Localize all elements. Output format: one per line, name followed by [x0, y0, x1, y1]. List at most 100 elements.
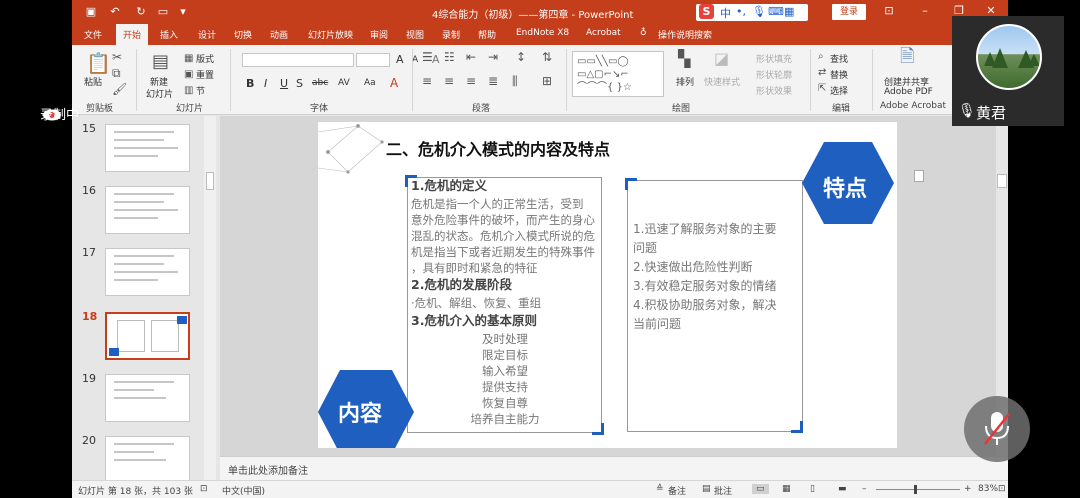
slide-thumbnail-16[interactable] [105, 186, 190, 234]
pdf-icon[interactable]: 🗎 [900, 48, 914, 66]
arrange-button[interactable]: 排列 [676, 75, 694, 88]
copy-icon[interactable]: ⧉ [112, 67, 121, 79]
microphone-icon[interactable]: 🎙 [752, 5, 766, 18]
slide-thumbnail-17[interactable] [105, 248, 190, 296]
tab-slideshow[interactable]: 幻灯片放映 [308, 28, 353, 41]
zoom-level[interactable]: 83% [978, 484, 998, 494]
zoom-in-icon[interactable]: + [964, 484, 972, 494]
tab-design[interactable]: 设计 [198, 28, 216, 41]
justify-icon[interactable]: ≣ [488, 75, 498, 87]
slide-thumbnail-20[interactable] [105, 436, 190, 484]
numbering-icon[interactable]: ☷ [444, 51, 455, 63]
reading-view-icon[interactable]: ▯ [810, 484, 815, 494]
zoom-out-icon[interactable]: – [862, 484, 867, 494]
font-color-icon[interactable]: A [390, 76, 398, 90]
line-spacing-icon[interactable]: ↕ [516, 51, 526, 63]
tab-help[interactable]: 帮助 [478, 28, 496, 41]
strikethrough-button[interactable]: abc [312, 78, 328, 88]
reset-button[interactable]: 重置 [196, 68, 214, 81]
slide-title[interactable]: 二、危机介入模式的内容及特点 [386, 136, 610, 160]
tab-home[interactable]: 开始 [116, 24, 149, 45]
italic-button[interactable]: I [264, 77, 267, 90]
keyboard-icon[interactable]: ⌨ [768, 5, 784, 18]
ribbon-display-icon[interactable]: ⊡ [882, 4, 896, 18]
tab-insert[interactable]: 插入 [160, 28, 178, 41]
grow-font-button[interactable]: A [396, 53, 404, 66]
bullets-icon[interactable]: ☰ [422, 51, 433, 63]
comments-toggle[interactable]: 批注 [714, 484, 732, 497]
text-direction-icon[interactable]: ⇅ [542, 51, 552, 63]
slideshow-view-icon[interactable]: ▬ [838, 484, 847, 494]
redo-icon[interactable]: ↻ [134, 5, 148, 19]
shape-effects-button[interactable]: 形状效果 [756, 84, 792, 97]
quick-styles-icon[interactable]: ◪ [714, 51, 729, 67]
tab-view[interactable]: 视图 [406, 28, 424, 41]
font-name-select[interactable] [242, 53, 354, 67]
shape-outline-button[interactable]: 形状轮廓 [756, 68, 792, 81]
undo-icon[interactable]: ↶ [108, 5, 122, 19]
indent-icon[interactable]: ⇤ [466, 51, 476, 63]
quick-styles-button[interactable]: 快速样式 [704, 75, 740, 88]
change-case-button[interactable]: Aa [364, 78, 376, 88]
shape-fill-button[interactable]: 形状填充 [756, 52, 792, 65]
layout-button[interactable]: 版式 [196, 52, 214, 65]
section-button[interactable]: 节 [196, 84, 205, 97]
shapes-gallery[interactable]: ▭▭╲╲▭◯ ▭△▢⌐↘⌐ ⌒⌒⌒{ }☆ [572, 51, 664, 97]
tab-animations[interactable]: 动画 [270, 28, 288, 41]
paste-icon[interactable]: 📋 [86, 53, 111, 73]
scroll-thumb[interactable] [206, 172, 214, 190]
tab-record[interactable]: 录制 [442, 28, 460, 41]
login-button[interactable]: 登录 [832, 4, 866, 20]
slide-canvas[interactable]: 二、危机介入模式的内容及特点 1.危机的定义 危机是指一个人的正常生活，受到 意… [318, 122, 897, 448]
new-slide-icon[interactable]: ▤ [152, 53, 169, 71]
notes-toggle[interactable]: 备注 [668, 484, 686, 497]
tab-file[interactable]: 文件 [84, 28, 102, 41]
shadow-button[interactable]: S [296, 77, 303, 90]
spell-check-icon[interactable]: ⊡ [200, 484, 208, 494]
cut-icon[interactable]: ✂ [112, 51, 122, 63]
slide-thumbnail-15[interactable] [105, 124, 190, 172]
slideshow-icon[interactable]: ▭ [156, 5, 170, 19]
char-spacing-button[interactable]: AV [338, 78, 350, 88]
align-left-icon[interactable]: ≡ [422, 75, 432, 87]
tell-me-search[interactable]: 操作说明搜索 [658, 28, 712, 41]
new-slide-button-line2[interactable]: 幻灯片 [146, 87, 173, 100]
fit-slide-icon[interactable]: ⊡ [998, 484, 1006, 494]
outdent-icon[interactable]: ⇥ [488, 51, 498, 63]
editor-scroll-thumb[interactable] [997, 174, 1007, 188]
ime-punct[interactable]: •, [736, 5, 746, 18]
slide-sorter-icon[interactable]: ▦ [782, 484, 791, 494]
format-painter-icon[interactable]: 🖌 [112, 83, 127, 95]
smartart-icon[interactable]: ⊞ [542, 75, 552, 87]
thumbnails-scrollbar[interactable] [204, 116, 216, 480]
tab-endnote[interactable]: EndNote X8 [516, 28, 569, 38]
save-icon[interactable]: ▣ [84, 5, 98, 19]
tab-review[interactable]: 审阅 [370, 28, 388, 41]
select-button[interactable]: 选择 [830, 84, 848, 97]
columns-icon[interactable]: ⫼ [512, 75, 518, 87]
underline-button[interactable]: U [280, 77, 288, 90]
create-pdf-button-line2[interactable]: Adobe PDF [884, 87, 933, 97]
zoom-slider[interactable] [876, 485, 960, 494]
ime-toolbar[interactable]: S 中 •, 🎙 ⌨ ▦ [696, 4, 808, 21]
bold-button[interactable]: B [246, 77, 254, 90]
minimize-icon[interactable]: – [918, 4, 932, 18]
paste-button[interactable]: 粘贴 [84, 75, 102, 88]
slide-thumbnail-18[interactable] [105, 312, 190, 360]
tab-acrobat[interactable]: Acrobat [586, 28, 621, 38]
language-indicator[interactable]: 中文(中国) [222, 484, 265, 497]
participant-video[interactable]: 🎙 黄君 [952, 16, 1064, 126]
resize-handle[interactable] [914, 170, 924, 182]
zoom-slider-thumb[interactable] [914, 485, 917, 494]
font-size-select[interactable] [356, 53, 390, 67]
tab-transitions[interactable]: 切换 [234, 28, 252, 41]
align-right-icon[interactable]: ≡ [466, 75, 476, 87]
normal-view-icon[interactable]: ▭ [752, 484, 769, 494]
clear-format-button[interactable]: A [432, 53, 440, 66]
grid-icon[interactable]: ▦ [784, 5, 794, 18]
replace-button[interactable]: 替换 [830, 68, 848, 81]
align-center-icon[interactable]: ≡ [444, 75, 454, 87]
customize-icon[interactable]: ▾ [176, 5, 190, 19]
mute-button[interactable] [964, 396, 1030, 462]
notes-pane[interactable]: 单击此处添加备注 [220, 456, 1008, 480]
